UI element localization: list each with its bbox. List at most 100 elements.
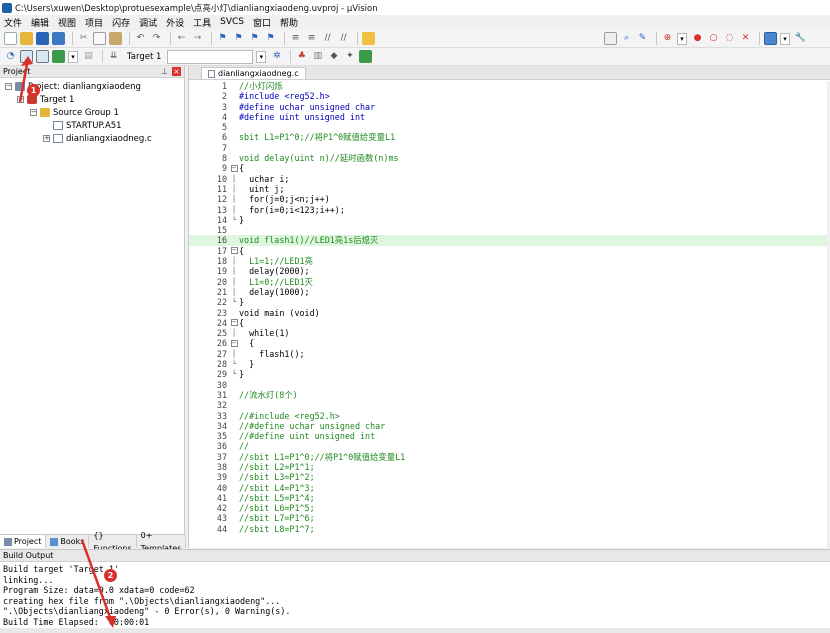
batch-build-icon[interactable] — [52, 50, 65, 63]
select-packs-icon[interactable]: ▥ — [311, 50, 324, 63]
code-line[interactable]: 10 │ uchar i; — [189, 174, 829, 184]
bookmark-next-icon[interactable]: ⚑ — [248, 32, 261, 45]
copy-icon[interactable] — [93, 32, 106, 45]
code-line[interactable]: 23 void main (void) — [189, 308, 829, 318]
code-line[interactable]: 3 #define uchar unsigned char — [189, 102, 829, 112]
tab-books[interactable]: Books — [46, 535, 90, 548]
code-line[interactable]: 13 │ for(i=0;i<123;i++); — [189, 205, 829, 215]
code-line[interactable]: 9−{ — [189, 163, 829, 173]
code-line[interactable]: 16 void flash1()//LED1亮1s后熄灭 — [189, 235, 829, 246]
build-output-text[interactable]: Build target 'Target 1' linking... Progr… — [0, 562, 830, 627]
open-folder-icon[interactable] — [20, 32, 33, 45]
code-line[interactable]: 17−{ — [189, 246, 829, 256]
paste-icon[interactable] — [109, 32, 122, 45]
code-line[interactable]: 32 — [189, 400, 829, 410]
breakpoint-kill-all-icon[interactable]: ✕ — [739, 32, 752, 45]
code-line[interactable]: 42 //sbit L6=P1^5; — [189, 503, 829, 513]
code-line[interactable]: 18 │ L1=1;//LED1亮 — [189, 256, 829, 266]
code-line[interactable]: 37 //sbit L1=P1^0;//将P1^0赋值给变量L1 — [189, 452, 829, 462]
breakpoint-disable-icon[interactable]: ○ — [707, 32, 720, 45]
menu-tools[interactable]: 工具 — [193, 16, 211, 29]
indent-icon[interactable]: ≡ — [289, 32, 302, 45]
tree-item-file[interactable]: + dianliangxiaodneg.c — [0, 132, 184, 145]
redo-icon[interactable]: ↷ — [150, 32, 163, 45]
expand-icon[interactable]: + — [43, 135, 50, 142]
code-line[interactable]: 28 └ } — [189, 359, 829, 369]
translate-icon[interactable]: ◔ — [4, 50, 17, 63]
menu-window[interactable]: 窗口 — [253, 16, 271, 29]
bookmark-clear-icon[interactable]: ⚑ — [264, 32, 277, 45]
collapse-icon[interactable]: − — [30, 109, 37, 116]
menu-debug[interactable]: 调试 — [139, 16, 157, 29]
breakpoint-disable-all-icon[interactable]: ◌ — [723, 32, 736, 45]
stop-build-icon[interactable]: ▤ — [82, 50, 95, 63]
code-line[interactable]: 39 //sbit L3=P1^2; — [189, 472, 829, 482]
bookmark-prev-icon[interactable]: ⚑ — [232, 32, 245, 45]
rte-icon[interactable]: ✦ — [343, 50, 356, 63]
code-line[interactable]: 7 — [189, 143, 829, 153]
code-line[interactable]: 15 — [189, 225, 829, 235]
find-in-files-icon[interactable] — [362, 32, 375, 45]
code-line[interactable]: 19 │ delay(2000); — [189, 266, 829, 276]
code-line[interactable]: 24−{ — [189, 318, 829, 328]
tree-item-source-group[interactable]: − Source Group 1 — [0, 106, 184, 119]
tab-functions[interactable]: {} Functions — [89, 531, 137, 553]
code-line[interactable]: 1 //小灯闪烁 — [189, 81, 829, 91]
new-file-icon[interactable] — [4, 32, 17, 45]
pin-icon[interactable]: ⊥ — [161, 67, 168, 76]
code-line[interactable]: 41 //sbit L5=P1^4; — [189, 493, 829, 503]
fold-collapse-icon[interactable]: − — [230, 246, 238, 256]
code-line[interactable]: 27 │ flash1(); — [189, 349, 829, 359]
fold-collapse-icon[interactable]: − — [230, 318, 238, 328]
close-icon[interactable]: × — [172, 67, 181, 76]
find-icon[interactable]: ⌕ — [620, 32, 633, 45]
chevron-down-icon[interactable]: ▾ — [780, 32, 790, 45]
horizontal-scrollbar[interactable] — [0, 628, 830, 633]
code-line[interactable]: 11 │ uint j; — [189, 184, 829, 194]
save-all-icon[interactable] — [52, 32, 65, 45]
code-line[interactable]: 35 //#define uint unsigned int — [189, 431, 829, 441]
code-line[interactable]: 6 sbit L1=P1^0;//将P1^0赋值给变量L1 — [189, 132, 829, 142]
undo-icon[interactable]: ↶ — [134, 32, 147, 45]
uncomment-icon[interactable]: // — [337, 32, 350, 45]
code-line[interactable]: 8 void delay(uint n)//延时函数(n)ms — [189, 153, 829, 163]
manage-project-items-icon[interactable]: ♣ — [295, 50, 308, 63]
build-icon[interactable] — [20, 50, 33, 63]
rebuild-icon[interactable] — [36, 50, 49, 63]
code-line[interactable]: 12 │ for(j=0;j<n;j++) — [189, 194, 829, 204]
save-icon[interactable] — [36, 32, 49, 45]
incremental-find-icon[interactable]: ✎ — [636, 32, 649, 45]
menu-help[interactable]: 帮助 — [280, 16, 298, 29]
tree-item-target[interactable]: − Target 1 — [0, 93, 184, 106]
menu-project[interactable]: 项目 — [85, 16, 103, 29]
breakpoint-icon[interactable]: ● — [691, 32, 704, 45]
code-line[interactable]: 26− { — [189, 338, 829, 348]
code-line[interactable]: 5 — [189, 122, 829, 132]
code-line[interactable]: 43 //sbit L7=P1^6; — [189, 513, 829, 523]
menu-file[interactable]: 文件 — [4, 16, 22, 29]
code-line[interactable]: 21 │ delay(1000); — [189, 287, 829, 297]
debug-session-icon[interactable]: ⊕ — [661, 32, 674, 45]
target-select-label[interactable]: Target 1 — [123, 50, 165, 64]
code-line[interactable]: 14 └} — [189, 215, 829, 225]
collapse-icon[interactable]: − — [17, 96, 24, 103]
comment-icon[interactable]: // — [321, 32, 334, 45]
code-line[interactable]: 44 //sbit L8=P1^7; — [189, 524, 829, 534]
target-select[interactable] — [167, 49, 254, 64]
target-options-icon[interactable]: ✲ — [270, 50, 283, 63]
tab-dianliangxiaodneg-c[interactable]: dianliangxiaodneg.c — [201, 67, 306, 79]
tab-project[interactable]: Project — [0, 535, 47, 548]
pack-installer-icon[interactable]: ◆ — [327, 50, 340, 63]
chevron-down-icon[interactable]: ▾ — [677, 32, 687, 45]
code-line[interactable]: 30 — [189, 380, 829, 390]
cut-icon[interactable]: ✂ — [77, 32, 90, 45]
unindent-icon[interactable]: ≡ — [305, 32, 318, 45]
nav-forward-icon[interactable]: → — [191, 32, 204, 45]
code-line[interactable]: 31 //流水灯(8个) — [189, 390, 829, 400]
tab-templates[interactable]: 0+ Templates — [137, 531, 187, 553]
tree-item-file[interactable]: STARTUP.A51 — [0, 119, 184, 132]
code-line[interactable]: 2 #include <reg52.h> — [189, 91, 829, 101]
menu-peripherals[interactable]: 外设 — [166, 16, 184, 29]
fold-collapse-icon[interactable]: − — [230, 338, 238, 348]
menu-svcs[interactable]: SVCS — [220, 17, 244, 27]
